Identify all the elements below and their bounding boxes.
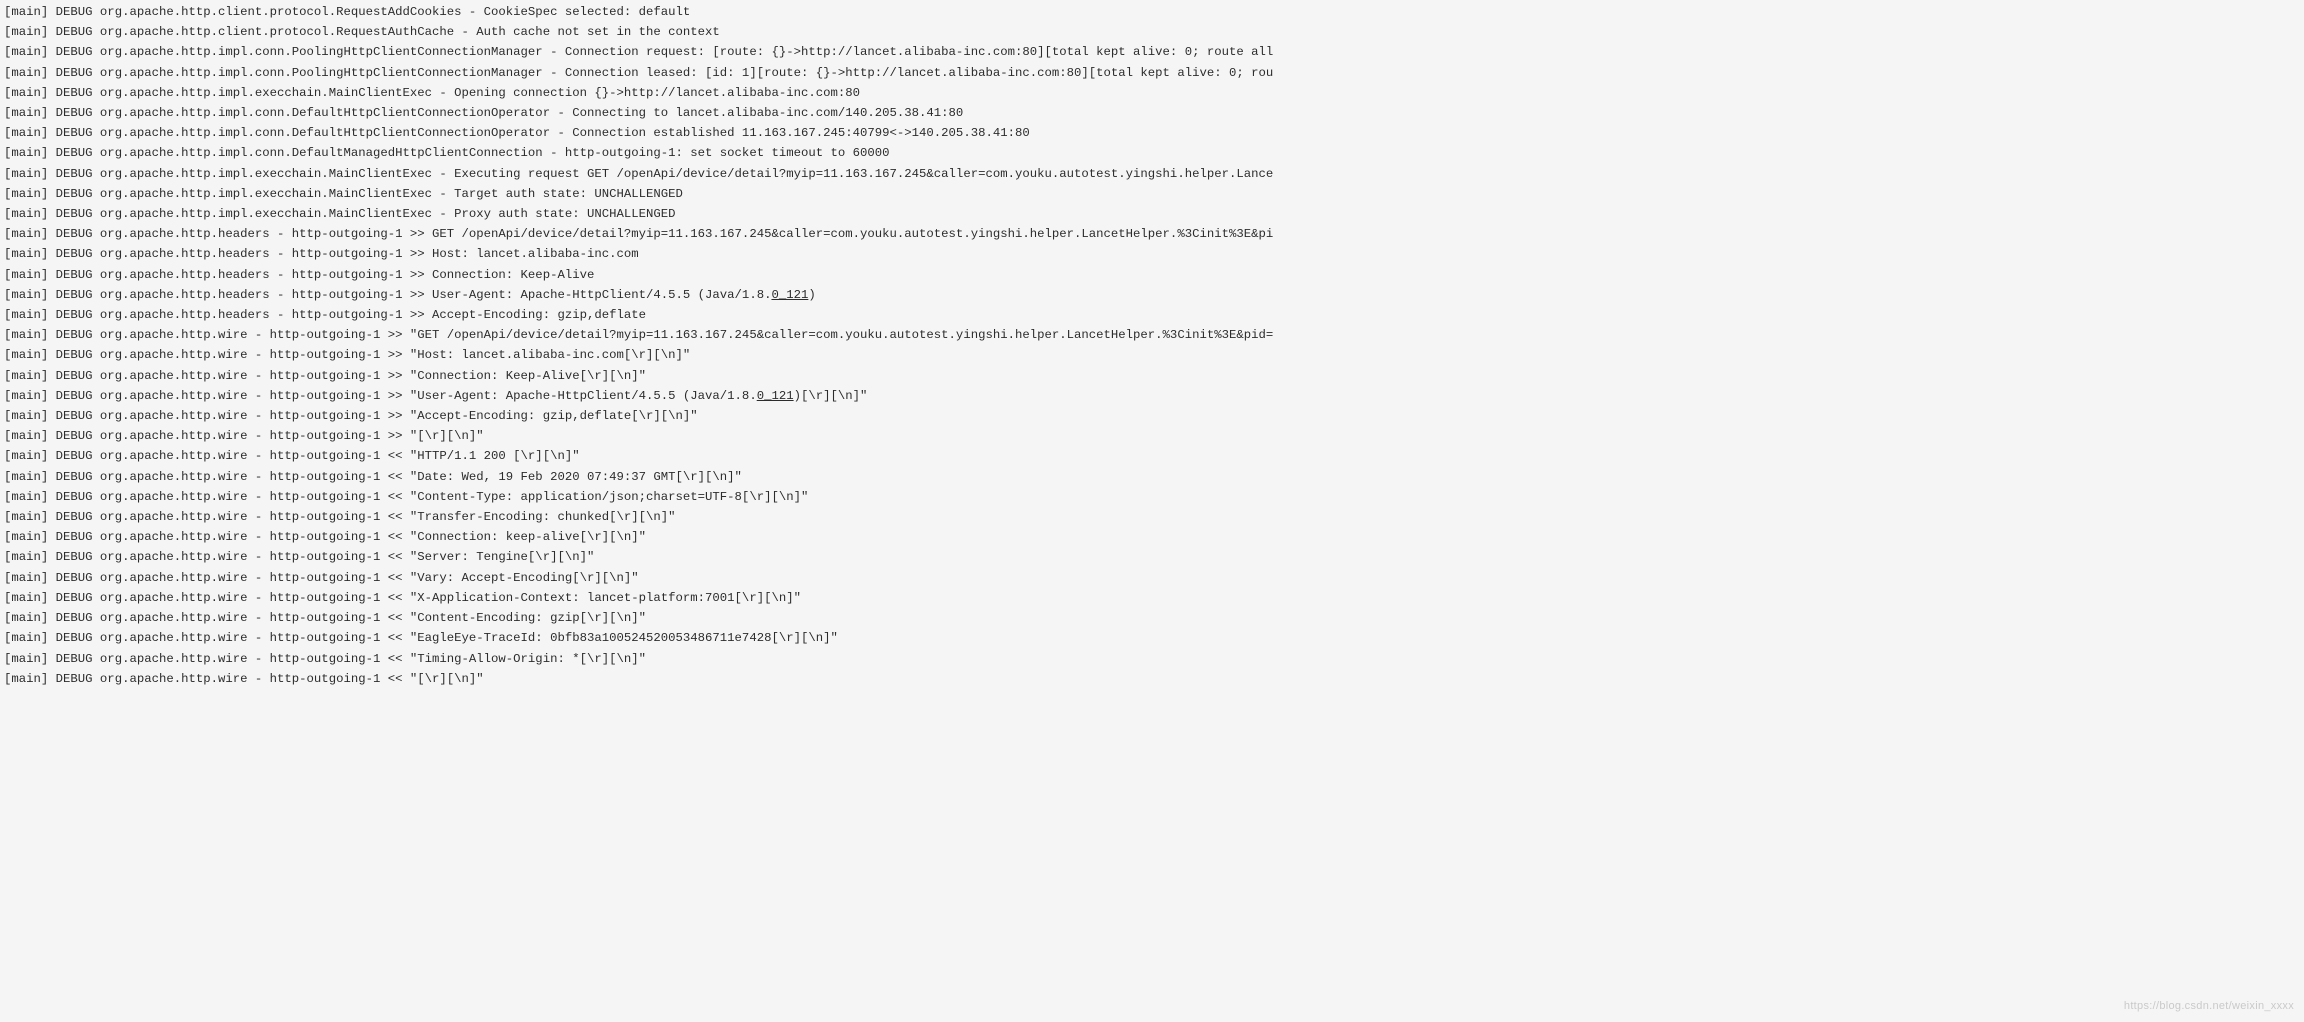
log-line: [main] DEBUG org.apache.http.wire - http… — [4, 507, 2300, 527]
log-line: [main] DEBUG org.apache.http.headers - h… — [4, 244, 2300, 264]
watermark-text: https://blog.csdn.net/weixin_xxxx — [2124, 996, 2294, 1016]
log-line: [main] DEBUG org.apache.http.wire - http… — [4, 588, 2300, 608]
log-line: [main] DEBUG org.apache.http.impl.conn.D… — [4, 143, 2300, 163]
log-line: [main] DEBUG org.apache.http.wire - http… — [4, 325, 2300, 345]
log-line: [main] DEBUG org.apache.http.wire - http… — [4, 406, 2300, 426]
log-line: [main] DEBUG org.apache.http.headers - h… — [4, 265, 2300, 285]
log-line: [main] DEBUG org.apache.http.wire - http… — [4, 568, 2300, 588]
log-line: [main] DEBUG org.apache.http.wire - http… — [4, 386, 2300, 406]
log-line: [main] DEBUG org.apache.http.client.prot… — [4, 2, 2300, 22]
log-line: [main] DEBUG org.apache.http.wire - http… — [4, 608, 2300, 628]
log-line: [main] DEBUG org.apache.http.wire - http… — [4, 467, 2300, 487]
log-line: [main] DEBUG org.apache.http.impl.execch… — [4, 164, 2300, 184]
log-line: [main] DEBUG org.apache.http.wire - http… — [4, 669, 2300, 689]
log-line: [main] DEBUG org.apache.http.wire - http… — [4, 527, 2300, 547]
log-line: [main] DEBUG org.apache.http.impl.conn.D… — [4, 103, 2300, 123]
log-output: [main] DEBUG org.apache.http.client.prot… — [4, 2, 2300, 689]
log-line: [main] DEBUG org.apache.http.headers - h… — [4, 305, 2300, 325]
log-line: [main] DEBUG org.apache.http.impl.execch… — [4, 83, 2300, 103]
log-line: [main] DEBUG org.apache.http.wire - http… — [4, 487, 2300, 507]
log-line: [main] DEBUG org.apache.http.impl.execch… — [4, 204, 2300, 224]
log-line: [main] DEBUG org.apache.http.impl.conn.P… — [4, 63, 2300, 83]
log-line: [main] DEBUG org.apache.http.wire - http… — [4, 649, 2300, 669]
log-line: [main] DEBUG org.apache.http.wire - http… — [4, 366, 2300, 386]
log-line: [main] DEBUG org.apache.http.wire - http… — [4, 426, 2300, 446]
log-line: [main] DEBUG org.apache.http.impl.conn.D… — [4, 123, 2300, 143]
log-line: [main] DEBUG org.apache.http.wire - http… — [4, 628, 2300, 648]
log-line: [main] DEBUG org.apache.http.impl.execch… — [4, 184, 2300, 204]
log-line: [main] DEBUG org.apache.http.client.prot… — [4, 22, 2300, 42]
log-line: [main] DEBUG org.apache.http.headers - h… — [4, 285, 2300, 305]
log-line: [main] DEBUG org.apache.http.impl.conn.P… — [4, 42, 2300, 62]
log-line: [main] DEBUG org.apache.http.wire - http… — [4, 446, 2300, 466]
log-line: [main] DEBUG org.apache.http.wire - http… — [4, 547, 2300, 567]
log-line: [main] DEBUG org.apache.http.wire - http… — [4, 345, 2300, 365]
log-line: [main] DEBUG org.apache.http.headers - h… — [4, 224, 2300, 244]
